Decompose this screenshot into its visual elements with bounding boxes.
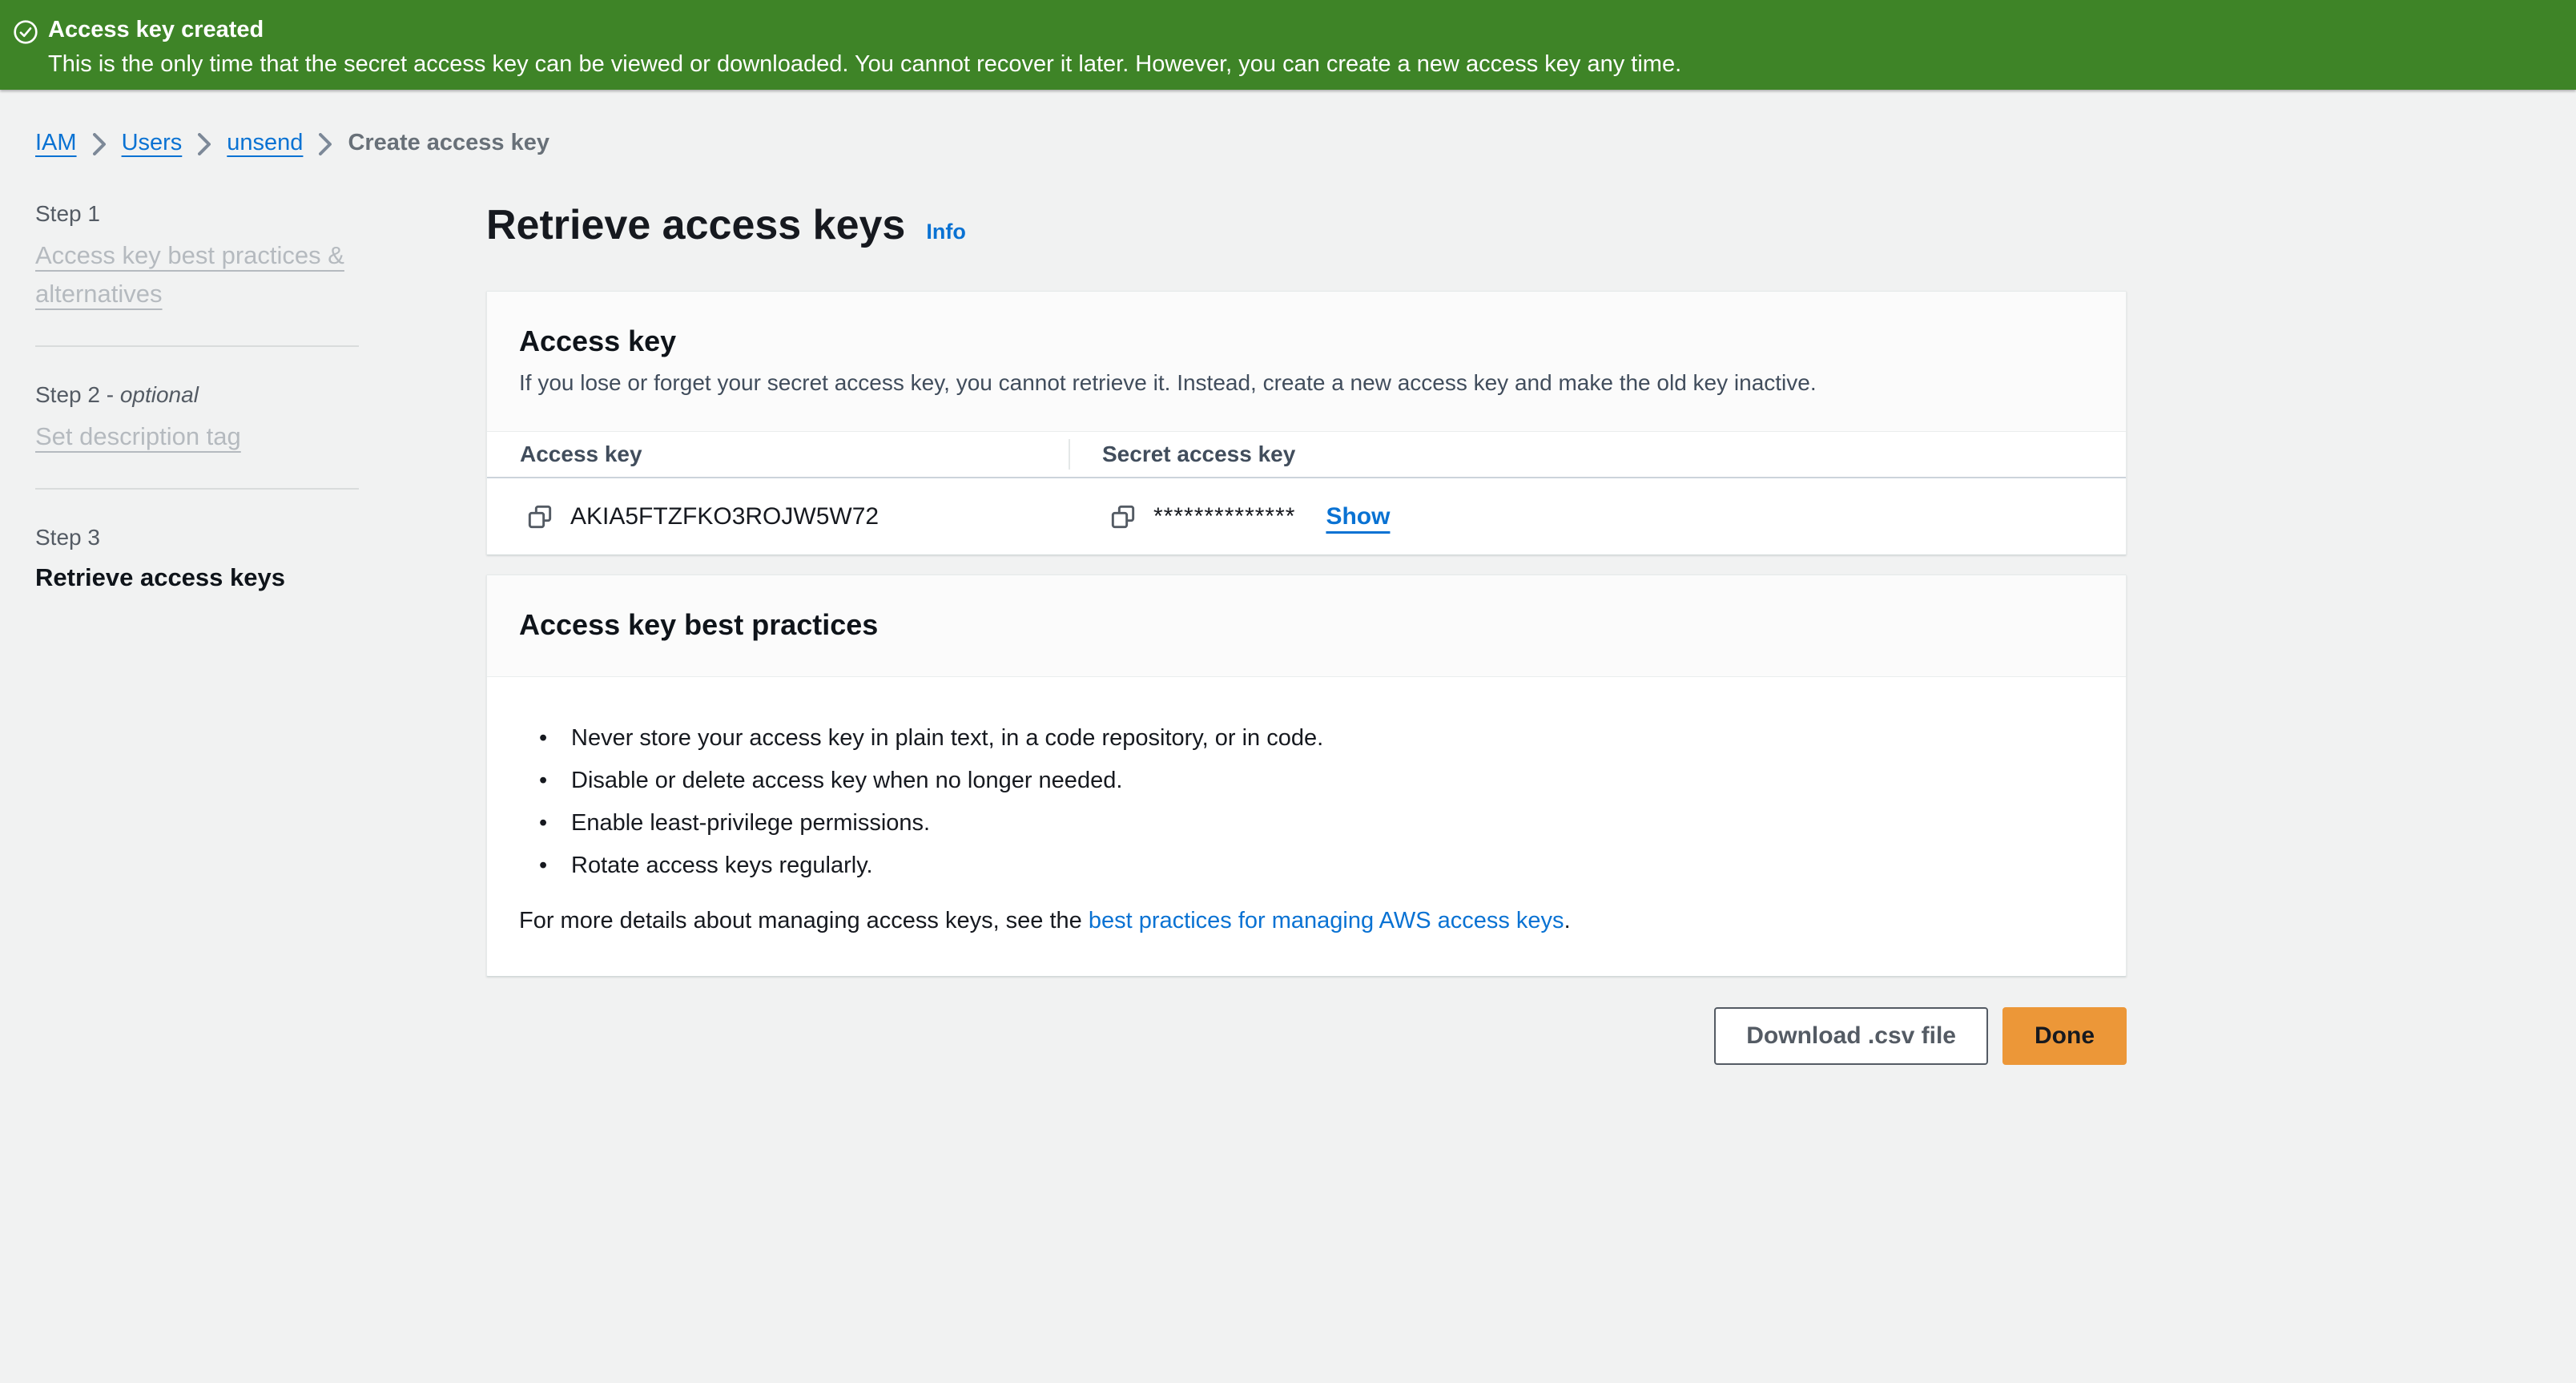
check-circle-icon: [13, 19, 38, 45]
actions-bar: Download .csv file Done: [486, 1007, 2127, 1065]
step-1-label: Step 1: [35, 201, 100, 226]
copy-access-key-button[interactable]: [527, 504, 553, 530]
access-key-cell: AKIA5FTZFKO3ROJW5W72: [487, 503, 1069, 530]
step-2-optional: optional: [120, 382, 199, 407]
footer-text-prefix: For more details about managing access k…: [519, 908, 1089, 933]
secret-access-key-cell: ************** Show: [1069, 503, 2126, 530]
success-banner: Access key created This is the only time…: [0, 0, 2576, 90]
breadcrumb-link-unsend[interactable]: unsend: [227, 130, 303, 156]
secret-key-masked-value: **************: [1153, 503, 1295, 530]
chevron-right-icon: [93, 133, 106, 155]
best-practices-card-title: Access key best practices: [519, 607, 2094, 643]
bullet-dot: •: [539, 766, 571, 795]
best-practices-card-header: Access key best practices: [487, 575, 2126, 677]
banner-text: Access key created This is the only time…: [48, 0, 1681, 79]
breadcrumb-link-iam[interactable]: IAM: [35, 130, 77, 156]
access-key-card: Access key If you lose or forget your se…: [486, 291, 2127, 555]
list-item: •Enable least-privilege permissions.: [539, 808, 2094, 837]
page-root: Access key created This is the only time…: [0, 0, 2576, 1065]
step-1-block: Step 1 Access key best practices & alter…: [35, 200, 359, 313]
step-3-current-title: Retrieve access keys: [35, 563, 285, 591]
access-key-card-title: Access key: [519, 324, 2094, 359]
column-header-secret-access-key: Secret access key: [1070, 432, 2126, 477]
chevron-right-icon: [198, 133, 211, 155]
banner-message: This is the only time that the secret ac…: [48, 49, 1681, 79]
access-key-card-header: Access key If you lose or forget your se…: [487, 292, 2126, 432]
copy-secret-key-button[interactable]: [1110, 504, 1136, 530]
best-practices-link[interactable]: best practices for managing AWS access k…: [1089, 908, 1564, 933]
step-1-link[interactable]: Access key best practices & alternatives: [35, 241, 344, 308]
bullet-dot: •: [539, 724, 571, 752]
best-practices-card: Access key best practices •Never store y…: [486, 575, 2127, 977]
best-practices-list: •Never store your access key in plain te…: [519, 724, 2094, 880]
copy-icon: [527, 520, 553, 532]
access-key-value: AKIA5FTZFKO3ROJW5W72: [570, 503, 879, 530]
list-item: •Rotate access keys regularly.: [539, 851, 2094, 880]
download-csv-button[interactable]: Download .csv file: [1714, 1007, 1988, 1065]
steps-nav: Step 1 Access key best practices & alter…: [35, 200, 359, 1065]
step-2-label: Step 2 -: [35, 382, 120, 407]
bullet-text: Enable least-privilege permissions.: [571, 808, 930, 837]
list-item: •Disable or delete access key when no lo…: [539, 766, 2094, 795]
bullet-text: Rotate access keys regularly.: [571, 851, 873, 880]
access-key-card-description: If you lose or forget your secret access…: [519, 369, 2094, 397]
done-button[interactable]: Done: [2002, 1007, 2127, 1065]
info-link[interactable]: Info: [926, 220, 965, 244]
breadcrumb-link-users[interactable]: Users: [122, 130, 183, 156]
key-table-header: Access key Secret access key: [487, 432, 2126, 478]
table-row: AKIA5FTZFKO3ROJW5W72 **************: [487, 478, 2126, 554]
list-item: •Never store your access key in plain te…: [539, 724, 2094, 752]
content: Retrieve access keys Info Access key If …: [486, 200, 2127, 1065]
step-2-link[interactable]: Set description tag: [35, 422, 241, 450]
copy-icon: [1110, 520, 1136, 532]
best-practices-footer: For more details about managing access k…: [519, 905, 2094, 936]
steps-divider: [35, 488, 359, 490]
bullet-dot: •: [539, 851, 571, 880]
steps-divider: [35, 345, 359, 347]
bullet-text: Never store your access key in plain tex…: [571, 724, 1323, 752]
column-header-access-key: Access key: [487, 432, 1069, 477]
banner-title: Access key created: [48, 15, 1681, 44]
chevron-right-icon: [319, 133, 332, 155]
show-secret-link[interactable]: Show: [1326, 503, 1390, 530]
footer-text-suffix: .: [1564, 908, 1571, 933]
main-layout: Step 1 Access key best practices & alter…: [0, 200, 2576, 1065]
bullet-dot: •: [539, 808, 571, 837]
step-3-block: Step 3 Retrieve access keys: [35, 523, 359, 595]
step-2-block: Step 2 - optional Set description tag: [35, 381, 359, 456]
page-title: Retrieve access keys: [486, 200, 905, 251]
step-3-label: Step 3: [35, 525, 100, 550]
best-practices-card-body: •Never store your access key in plain te…: [487, 677, 2126, 976]
bullet-text: Disable or delete access key when no lon…: [571, 766, 1122, 795]
breadcrumb: IAM Users unsend Create access key: [35, 130, 2576, 156]
breadcrumb-current: Create access key: [348, 130, 549, 156]
